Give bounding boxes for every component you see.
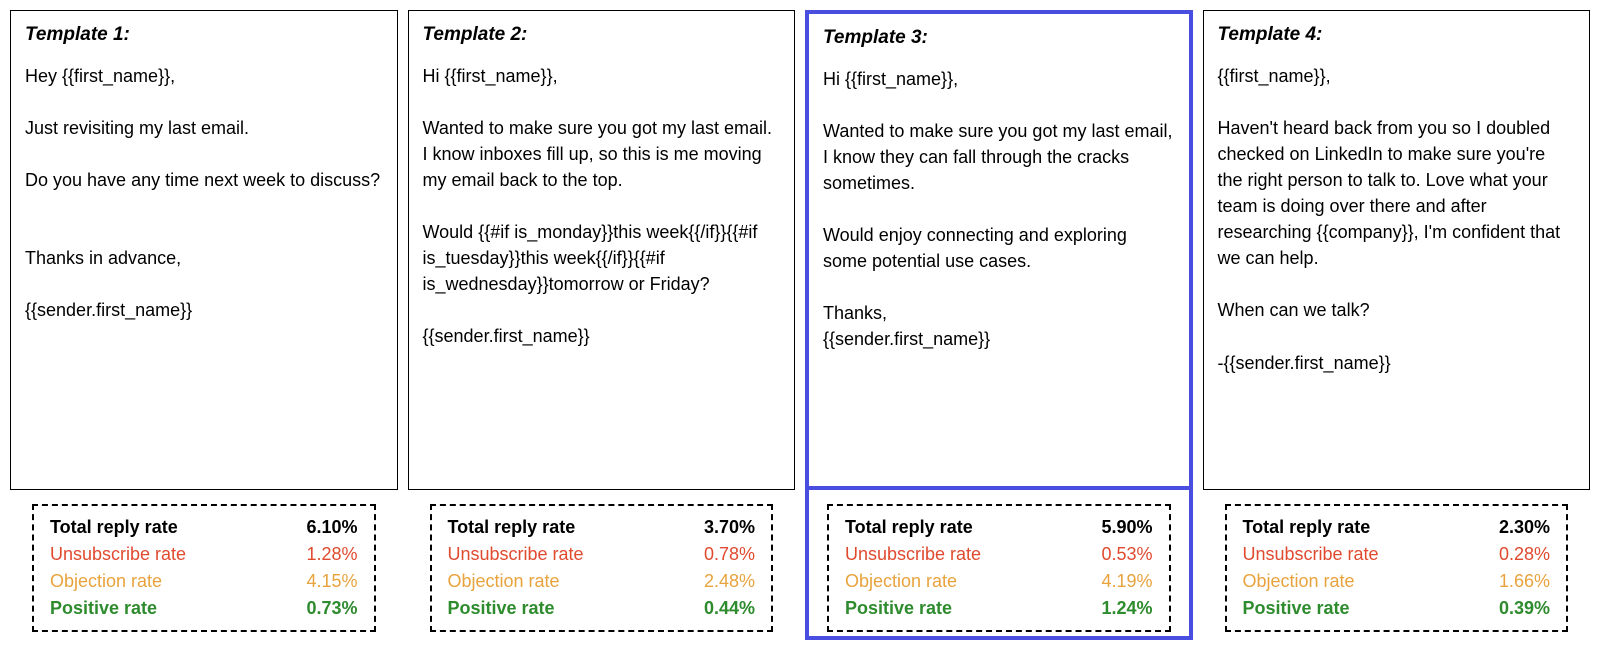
stat-value: 0.73% <box>306 598 357 619</box>
stats-box: Total reply rate 3.70% Unsubscribe rate … <box>430 504 774 632</box>
template-title: Template 2: <box>423 21 781 49</box>
stat-unsub: Unsubscribe rate 0.28% <box>1243 541 1551 568</box>
stat-obj: Objection rate 1.66% <box>1243 568 1551 595</box>
stat-obj: Objection rate 4.15% <box>50 568 358 595</box>
template-body: {{first_name}}, Haven't heard back from … <box>1218 63 1576 376</box>
template-title: Template 4: <box>1218 21 1576 49</box>
stat-obj: Objection rate 4.19% <box>845 568 1153 595</box>
template-box: Template 4: {{first_name}}, Haven't hear… <box>1203 10 1591 490</box>
stat-value: 6.10% <box>306 517 357 538</box>
stat-label: Total reply rate <box>448 517 576 538</box>
stat-total: Total reply rate 3.70% <box>448 514 756 541</box>
stat-value: 1.66% <box>1499 571 1550 592</box>
template-column-highlighted: Template 3: Hi {{first_name}}, Wanted to… <box>805 10 1193 640</box>
template-box: Template 2: Hi {{first_name}}, Wanted to… <box>408 10 796 490</box>
stat-label: Objection rate <box>1243 571 1355 592</box>
stat-value: 0.44% <box>704 598 755 619</box>
stat-label: Total reply rate <box>50 517 178 538</box>
stat-label: Total reply rate <box>1243 517 1371 538</box>
stat-label: Objection rate <box>845 571 957 592</box>
template-grid: Template 1: Hey {{first_name}}, Just rev… <box>10 10 1590 640</box>
stat-label: Unsubscribe rate <box>1243 544 1379 565</box>
template-column: Template 1: Hey {{first_name}}, Just rev… <box>10 10 398 640</box>
stat-label: Objection rate <box>50 571 162 592</box>
stat-value: 0.53% <box>1101 544 1152 565</box>
stat-value: 4.15% <box>306 571 357 592</box>
stat-value: 0.39% <box>1499 598 1550 619</box>
stat-value: 1.28% <box>306 544 357 565</box>
stats-box: Total reply rate 2.30% Unsubscribe rate … <box>1225 504 1569 632</box>
stat-label: Positive rate <box>845 598 952 619</box>
stat-unsub: Unsubscribe rate 0.53% <box>845 541 1153 568</box>
stat-value: 2.48% <box>704 571 755 592</box>
stats-wrap: Total reply rate 2.30% Unsubscribe rate … <box>1203 490 1591 640</box>
stat-pos: Positive rate 0.44% <box>448 595 756 622</box>
template-title: Template 3: <box>823 24 1175 52</box>
stat-total: Total reply rate 6.10% <box>50 514 358 541</box>
stat-label: Unsubscribe rate <box>50 544 186 565</box>
stat-label: Positive rate <box>448 598 555 619</box>
stat-obj: Objection rate 2.48% <box>448 568 756 595</box>
stat-unsub: Unsubscribe rate 1.28% <box>50 541 358 568</box>
stat-value: 0.78% <box>704 544 755 565</box>
stats-box: Total reply rate 5.90% Unsubscribe rate … <box>827 504 1171 632</box>
stats-box: Total reply rate 6.10% Unsubscribe rate … <box>32 504 376 632</box>
template-box: Template 3: Hi {{first_name}}, Wanted to… <box>805 10 1193 490</box>
stat-label: Positive rate <box>1243 598 1350 619</box>
stat-pos: Positive rate 0.73% <box>50 595 358 622</box>
template-title: Template 1: <box>25 21 383 49</box>
stat-value: 4.19% <box>1101 571 1152 592</box>
stats-wrap: Total reply rate 5.90% Unsubscribe rate … <box>805 490 1193 640</box>
template-body: Hi {{first_name}}, Wanted to make sure y… <box>823 66 1175 353</box>
stat-value: 1.24% <box>1101 598 1152 619</box>
template-body: Hey {{first_name}}, Just revisiting my l… <box>25 63 383 324</box>
template-box: Template 1: Hey {{first_name}}, Just rev… <box>10 10 398 490</box>
stat-value: 2.30% <box>1499 517 1550 538</box>
stat-label: Positive rate <box>50 598 157 619</box>
stat-value: 5.90% <box>1101 517 1152 538</box>
stat-label: Objection rate <box>448 571 560 592</box>
template-column: Template 4: {{first_name}}, Haven't hear… <box>1203 10 1591 640</box>
stats-wrap: Total reply rate 6.10% Unsubscribe rate … <box>10 490 398 640</box>
stat-total: Total reply rate 2.30% <box>1243 514 1551 541</box>
stat-label: Total reply rate <box>845 517 973 538</box>
stat-pos: Positive rate 1.24% <box>845 595 1153 622</box>
stats-wrap: Total reply rate 3.70% Unsubscribe rate … <box>408 490 796 640</box>
stat-unsub: Unsubscribe rate 0.78% <box>448 541 756 568</box>
stat-label: Unsubscribe rate <box>845 544 981 565</box>
template-column: Template 2: Hi {{first_name}}, Wanted to… <box>408 10 796 640</box>
template-body: Hi {{first_name}}, Wanted to make sure y… <box>423 63 781 350</box>
stat-value: 0.28% <box>1499 544 1550 565</box>
stat-pos: Positive rate 0.39% <box>1243 595 1551 622</box>
stat-value: 3.70% <box>704 517 755 538</box>
stat-label: Unsubscribe rate <box>448 544 584 565</box>
stat-total: Total reply rate 5.90% <box>845 514 1153 541</box>
